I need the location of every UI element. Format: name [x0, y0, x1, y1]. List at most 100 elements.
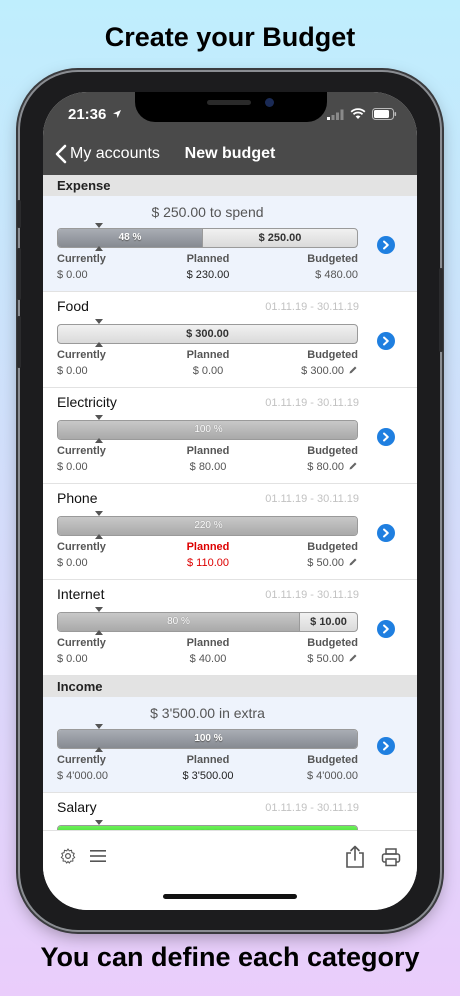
budget-remaining-label: $ 250.00: [202, 229, 357, 247]
pencil-icon[interactable]: [348, 461, 358, 471]
budgeted-value: $ 480.00: [307, 269, 358, 281]
current-marker-top: [95, 724, 103, 729]
budgeted-column: Budgeted $ 50.00: [307, 541, 358, 569]
print-icon[interactable]: [381, 847, 401, 867]
planned-column: Planned $ 0.00: [158, 349, 258, 377]
budget-category-row[interactable]: Food 01.11.19 - 30.11.19 $ 300.00 Currently…: [43, 292, 417, 388]
budget-category-row[interactable]: Phone 01.11.19 - 30.11.19 220 % Currently $ …: [43, 484, 417, 580]
currently-value: $ 0.00: [57, 365, 106, 377]
planned-label: Planned: [186, 637, 230, 649]
pencil-icon[interactable]: [348, 365, 358, 375]
summary-text: $ 250.00 to spend: [151, 204, 264, 220]
planned-value-text: $ 230.00: [186, 269, 230, 281]
page-title-text: New budget: [184, 145, 276, 162]
gear-icon[interactable]: [59, 847, 77, 865]
budgeted-value-text: $ 480.00: [315, 269, 358, 281]
budgeted-column: Budgeted $ 4'000.00: [307, 754, 358, 782]
budget-percent-label: 100 %: [194, 733, 223, 744]
category-date-range: 01.11.19 - 30.11.19: [265, 397, 359, 409]
planned-value-text: $ 0.00: [192, 365, 224, 377]
budgeted-value: $ 300.00: [301, 365, 358, 377]
planned-column: Planned $ 80.00: [158, 445, 258, 473]
list-icon[interactable]: [89, 848, 107, 864]
budget-figures: Currently $ 0.00 Planned $ 80.00 Budgeted $ 8…: [57, 445, 358, 479]
detail-disclosure-button[interactable]: [377, 428, 395, 446]
current-marker-top: [95, 607, 103, 612]
budget-percent-label: 100 %: [194, 424, 223, 435]
currently-column: Currently $ 0.00: [57, 445, 106, 473]
currently-column: Currently $ 4'000.00: [57, 754, 108, 782]
currently-value-text: $ 0.00: [57, 365, 88, 377]
current-marker-bottom: [95, 246, 103, 251]
promo-subtitle: You can define each category: [40, 942, 420, 972]
detail-disclosure-button[interactable]: [377, 236, 395, 254]
pencil-icon[interactable]: [348, 653, 358, 663]
detail-disclosure-button[interactable]: [377, 737, 395, 755]
budget-category-row[interactable]: Electricity 01.11.19 - 30.11.19 100 % Curre…: [43, 388, 417, 484]
app-header: 21:36 My accounts New budget: [43, 92, 417, 175]
planned-value: $ 80.00: [158, 461, 258, 473]
currently-column: Currently $ 0.00: [57, 637, 106, 665]
budget-figures: Currently $ 4'000.00 Planned $ 3'500.00 Budg…: [57, 754, 358, 788]
chevron-right-icon: [383, 240, 389, 250]
section-header: Expense: [43, 175, 417, 196]
detail-disclosure-button[interactable]: [377, 332, 395, 350]
current-marker-top: [95, 511, 103, 516]
budget-category-row[interactable]: Internet 01.11.19 - 30.11.19 80 % $ 10.00 Cu…: [43, 580, 417, 676]
planned-value: $ 230.00: [158, 269, 258, 281]
planned-label: Planned: [186, 253, 230, 265]
category-name: Internet: [57, 586, 105, 602]
currently-value: $ 0.00: [57, 461, 106, 473]
budget-category-row[interactable]: Salary01.11.19 - 30.11.19100 %: [43, 793, 417, 830]
currently-column: Currently $ 0.00: [57, 349, 106, 377]
current-marker-top: [95, 223, 103, 228]
budget-percent-label: 220 %: [194, 520, 223, 531]
planned-value-text: $ 3'500.00: [182, 770, 234, 782]
category-date-range: 01.11.19 - 30.11.19: [265, 493, 359, 505]
budget-progress-bar: 100 %: [57, 729, 358, 749]
budgeted-value: $ 50.00: [307, 653, 358, 665]
camera: [265, 98, 274, 107]
budget-progress-bar: 100 %: [57, 420, 358, 440]
budget-figures: Currently $ 0.00 Planned $ 0.00 Budgeted $ 30…: [57, 349, 358, 383]
budgeted-value-text: $ 4'000.00: [306, 770, 358, 782]
app-screen: 21:36 My accounts New budget Expense $ 2…: [43, 92, 417, 910]
section-summary-row[interactable]: $ 3'500.00 in extra 100 % Currently $ 4'000…: [43, 697, 417, 793]
chevron-right-icon: [383, 336, 389, 346]
current-marker-top: [95, 820, 103, 825]
category-date-range: 01.11.19 - 30.11.19: [265, 802, 359, 814]
budget-percent-label: 80 %: [167, 616, 190, 627]
category-name: Salary: [57, 799, 97, 815]
promo-title: Create your Budget: [104, 22, 356, 52]
currently-label: Currently: [57, 253, 106, 265]
detail-disclosure-button[interactable]: [377, 524, 395, 542]
budgeted-value-text: $ 80.00: [307, 461, 344, 473]
currently-label: Currently: [57, 445, 106, 457]
current-marker-bottom: [95, 438, 103, 443]
current-marker-top: [95, 415, 103, 420]
notch: [135, 92, 327, 122]
budgeted-column: Budgeted $ 80.00: [307, 445, 358, 473]
currently-label: Currently: [57, 541, 106, 553]
budget-list[interactable]: Expense $ 250.00 to spend 48 % $ 250.00 Curr…: [43, 175, 417, 830]
section-summary-row[interactable]: $ 250.00 to spend 48 % $ 250.00 Currently $ …: [43, 196, 417, 292]
share-icon[interactable]: [345, 845, 365, 869]
chevron-right-icon: [383, 741, 389, 751]
current-marker-bottom: [95, 342, 103, 347]
planned-column: Planned $ 110.00: [158, 541, 258, 569]
budgeted-label: Budgeted: [307, 445, 358, 457]
planned-value: $ 3'500.00: [158, 770, 258, 782]
planned-value: $ 40.00: [158, 653, 258, 665]
budgeted-value-text: $ 50.00: [307, 557, 344, 569]
planned-value: $ 0.00: [158, 365, 258, 377]
category-name: Electricity: [57, 394, 117, 410]
currently-value-text: $ 0.00: [57, 461, 88, 473]
budgeted-label: Budgeted: [307, 637, 358, 649]
budget-figures: Currently $ 0.00 Planned $ 40.00 Budgeted $ 5…: [57, 637, 358, 671]
summary-text: $ 3'500.00 in extra: [150, 705, 265, 721]
pencil-icon[interactable]: [348, 557, 358, 567]
volume-up-button: [17, 248, 21, 300]
budget-progress-bar: $ 300.00: [57, 324, 358, 344]
planned-value-text: $ 40.00: [189, 653, 227, 665]
detail-disclosure-button[interactable]: [377, 620, 395, 638]
